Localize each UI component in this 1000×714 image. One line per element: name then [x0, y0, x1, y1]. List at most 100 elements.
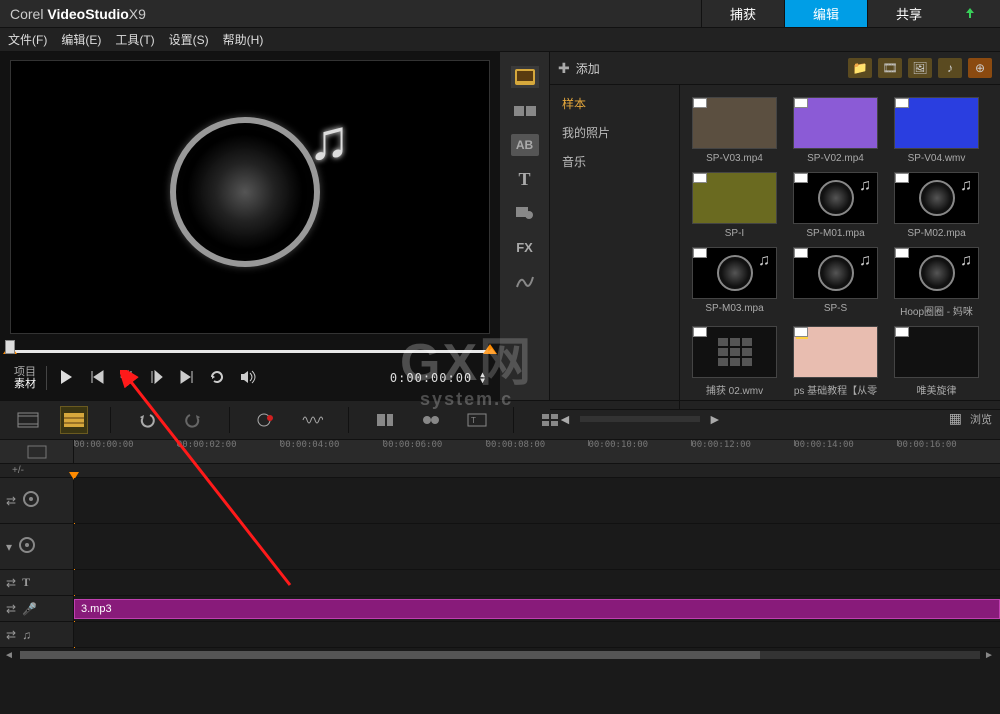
sort-icon[interactable]: ⊕ — [968, 58, 992, 78]
subtitle-button[interactable]: T — [463, 406, 491, 434]
timecode-display[interactable]: 0:00:00:00 ▲▼ — [390, 371, 486, 385]
media-thumbnail[interactable]: SP-V02.mp4 — [793, 97, 878, 164]
ruler-tick: 00:00:14:00 — [794, 440, 897, 463]
ruler-tick: 00:00:06:00 — [383, 440, 486, 463]
mark-out-handle[interactable] — [483, 344, 497, 354]
track-link-icon[interactable]: ⇄ — [6, 628, 16, 642]
thumbnail-label: SP-V02.mp4 — [793, 153, 878, 164]
lib-browse[interactable]: 浏览 — [970, 411, 992, 427]
mode-project[interactable]: 项目 — [14, 366, 36, 378]
library-categories: 样本 我的照片 音乐 — [550, 85, 680, 409]
ruler-tick: 00:00:04:00 — [280, 440, 383, 463]
media-thumbnail[interactable]: ♫SP-M03.mpa — [692, 247, 777, 318]
media-thumbnail[interactable]: ♫SP-M02.mpa — [894, 172, 979, 239]
media-thumbnail[interactable]: ♫SP-M01.mpa — [793, 172, 878, 239]
thumbnail-label: SP-M03.mpa — [692, 303, 777, 314]
cat-sample[interactable]: 样本 — [558, 89, 671, 118]
end-button[interactable] — [179, 369, 195, 388]
audio-mixer-button[interactable] — [298, 406, 326, 434]
thumbnail-label: SP-M01.mpa — [793, 228, 878, 239]
library-category-strip: AB T FX — [500, 52, 550, 400]
timeline-hscroll[interactable]: ◄ ► — [0, 648, 1000, 662]
loop-button[interactable] — [209, 369, 225, 388]
record-button[interactable] — [252, 406, 280, 434]
title-ab-icon[interactable]: AB — [511, 134, 539, 156]
filter-audio-icon[interactable]: ♪ — [938, 58, 962, 78]
media-thumbnail[interactable]: 捕获 02.wmv — [692, 326, 777, 397]
thumbnail-label: 捕获 02.wmv — [692, 382, 777, 397]
chapter-button[interactable] — [417, 406, 445, 434]
play-button[interactable] — [57, 368, 75, 389]
seek-bar[interactable] — [10, 342, 490, 360]
volume-button[interactable] — [239, 369, 257, 388]
media-thumbnail[interactable]: SP-V03.mp4 — [692, 97, 777, 164]
ruler-head-icon[interactable] — [0, 440, 74, 463]
voice-track[interactable]: ⇄🎤 3.mp3 — [0, 596, 1000, 622]
media-thumbnail[interactable]: ♫Hoop圈圈 - 妈咪 — [894, 247, 979, 318]
auto-music-button[interactable] — [371, 406, 399, 434]
upload-icon[interactable] — [950, 0, 990, 27]
audio-artwork-icon: ♫ — [170, 117, 330, 277]
storyboard-view-button[interactable] — [14, 406, 42, 434]
ruler-tick: 00:00:02:00 — [177, 440, 280, 463]
menu-help[interactable]: 帮助(H) — [223, 31, 264, 48]
cat-music[interactable]: 音乐 — [558, 147, 671, 176]
home-button[interactable] — [89, 369, 105, 388]
video-track-icon — [22, 490, 40, 511]
tab-capture[interactable]: 捕获 — [701, 0, 784, 27]
media-thumbnail[interactable]: ps 基础教程【从零 — [793, 326, 878, 397]
title-track-icon: T — [22, 575, 30, 590]
menu-file[interactable]: 文件(F) — [8, 31, 47, 48]
path-icon[interactable] — [511, 270, 539, 292]
undo-button[interactable] — [133, 406, 161, 434]
cat-photos[interactable]: 我的照片 — [558, 118, 671, 147]
transition-icon[interactable] — [511, 100, 539, 122]
media-thumbnail[interactable]: SP-I — [692, 172, 777, 239]
overlay-track-1[interactable]: ▾ — [0, 524, 1000, 570]
next-frame-button[interactable] — [149, 369, 165, 388]
scroll-left-icon[interactable]: ◄ — [4, 650, 16, 660]
fx-icon[interactable]: FX — [511, 236, 539, 258]
media-thumbnail[interactable]: ♫SP-S — [793, 247, 878, 318]
media-library-icon[interactable] — [511, 66, 539, 88]
music-track[interactable]: ⇄♫ — [0, 622, 1000, 648]
folder-icon[interactable]: 📁 — [848, 58, 872, 78]
ruler-tick: 00:00:16:00 — [897, 440, 1000, 463]
video-track-1[interactable]: ⇄ — [0, 478, 1000, 524]
scroll-right-icon[interactable]: ► — [984, 650, 996, 660]
filter-photo-icon[interactable]: 🖼 — [908, 58, 932, 78]
graphic-icon[interactable] — [511, 202, 539, 224]
media-thumbnail[interactable]: SP-V04.wmv — [894, 97, 979, 164]
thumbnail-label: SP-V04.wmv — [894, 153, 979, 164]
track-link-icon[interactable]: ⇄ — [6, 602, 16, 616]
timeline-ruler[interactable]: 00:00:00:0000:00:02:0000:00:04:0000:00:0… — [0, 440, 1000, 464]
track-link-icon[interactable]: ⇄ — [6, 494, 16, 508]
music-track-icon: ♫ — [22, 628, 31, 642]
mode-clip[interactable]: 素材 — [14, 378, 36, 390]
lib-scroll-right[interactable]: ► — [708, 411, 722, 427]
zoom-row[interactable]: +/- — [0, 464, 1000, 478]
filter-video-icon[interactable]: 🎞 — [878, 58, 902, 78]
menu-tool[interactable]: 工具(T) — [115, 31, 154, 48]
title-track[interactable]: ⇄T — [0, 570, 1000, 596]
lib-view-icon[interactable]: ▦ — [949, 410, 962, 427]
thumbnail-label: SP-S — [793, 303, 878, 314]
chevron-down-icon[interactable]: ▾ — [6, 540, 12, 554]
svg-text:T: T — [471, 416, 476, 425]
tab-share[interactable]: 共享 — [867, 0, 950, 27]
media-thumbnail[interactable]: 唯美旋律 — [894, 326, 979, 397]
preview-display: ♫ — [10, 60, 490, 334]
prev-frame-button[interactable] — [119, 369, 135, 388]
menu-set[interactable]: 设置(S) — [169, 31, 209, 48]
thumbnail-label: Hoop圈圈 - 妈咪 — [894, 303, 979, 318]
audio-clip[interactable]: 3.mp3 — [74, 599, 1000, 619]
tab-edit[interactable]: 编辑 — [784, 0, 867, 27]
menu-edit[interactable]: 编辑(E) — [61, 31, 101, 48]
redo-button[interactable] — [179, 406, 207, 434]
timeline-view-button[interactable] — [60, 406, 88, 434]
seek-playhead[interactable] — [5, 340, 15, 354]
title-t-icon[interactable]: T — [511, 168, 539, 190]
track-link-icon[interactable]: ⇄ — [6, 576, 16, 590]
add-media-button[interactable]: 添加 — [576, 60, 600, 77]
multitrack-button[interactable] — [536, 406, 564, 434]
